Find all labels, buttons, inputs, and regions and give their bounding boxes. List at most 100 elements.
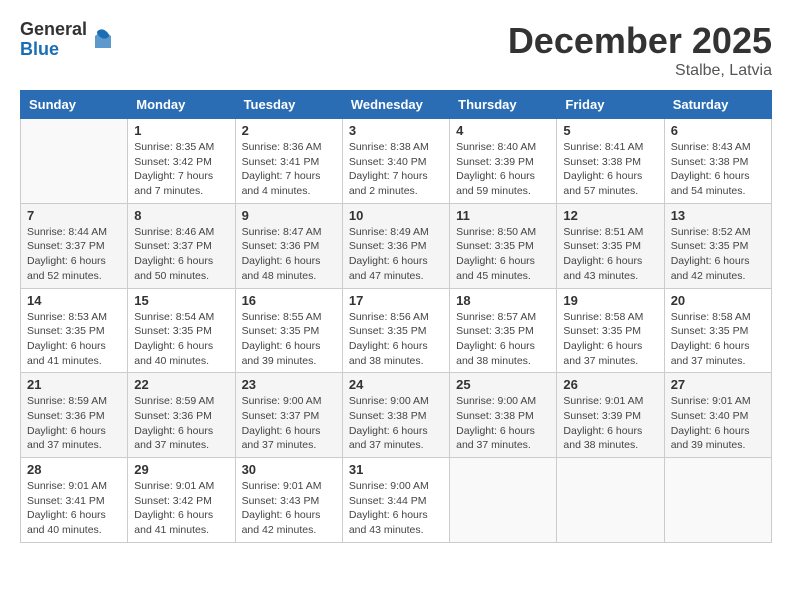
day-number: 20 [671, 293, 765, 308]
day-info: Sunrise: 9:00 AM Sunset: 3:37 PM Dayligh… [242, 394, 336, 453]
calendar-cell: 28Sunrise: 9:01 AM Sunset: 3:41 PM Dayli… [21, 458, 128, 543]
calendar-cell: 10 Sunrise: 8:49 AM Sunset: 3:36 PM Dayli… [342, 203, 449, 288]
logo-general: General [20, 20, 87, 40]
calendar-cell: 3Sunrise: 8:38 AM Sunset: 3:40 PM Daylig… [342, 119, 449, 204]
day-info: Sunrise: 8:35 AM Sunset: 3:42 PM Dayligh… [134, 140, 228, 199]
day-number: 6 [671, 123, 765, 138]
calendar-cell: 24 Sunrise: 9:00 AM Sunset: 3:38 PM Dayli… [342, 373, 449, 458]
day-info: Sunrise: 8:49 AM Sunset: 3:36 PM Dayligh… [349, 225, 443, 284]
day-info: Sunrise: 8:53 AM Sunset: 3:35 PM Dayligh… [27, 310, 121, 369]
day-number: 29 [134, 462, 228, 477]
day-info: Sunrise: 8:59 AM Sunset: 3:36 PM Dayligh… [27, 394, 121, 453]
calendar-cell: 6 Sunrise: 8:43 AM Sunset: 3:38 PM Daylig… [664, 119, 771, 204]
day-info: Sunrise: 9:00 AM Sunset: 3:44 PM Dayligh… [349, 479, 443, 538]
day-info: Sunrise: 9:01 AM Sunset: 3:40 PM Dayligh… [671, 394, 765, 453]
day-number: 14 [27, 293, 121, 308]
logo-text: General Blue [20, 20, 87, 60]
column-header-sunday: Sunday [21, 91, 128, 119]
calendar-cell: 2 Sunrise: 8:36 AM Sunset: 3:41 PM Daylig… [235, 119, 342, 204]
day-info: Sunrise: 8:51 AM Sunset: 3:35 PM Dayligh… [563, 225, 657, 284]
calendar-table: SundayMondayTuesdayWednesdayThursdayFrid… [20, 90, 772, 543]
day-number: 1 [134, 123, 228, 138]
column-header-wednesday: Wednesday [342, 91, 449, 119]
day-number: 24 [349, 377, 443, 392]
month-title: December 2025 [508, 20, 772, 62]
day-info: Sunrise: 9:01 AM Sunset: 3:41 PM Dayligh… [27, 479, 121, 538]
day-info: Sunrise: 9:01 AM Sunset: 3:42 PM Dayligh… [134, 479, 228, 538]
day-number: 11 [456, 208, 550, 223]
header-row: SundayMondayTuesdayWednesdayThursdayFrid… [21, 91, 772, 119]
calendar-cell [664, 458, 771, 543]
day-info: Sunrise: 8:44 AM Sunset: 3:37 PM Dayligh… [27, 225, 121, 284]
column-header-friday: Friday [557, 91, 664, 119]
calendar-cell: 4 Sunrise: 8:40 AM Sunset: 3:39 PM Daylig… [450, 119, 557, 204]
column-header-monday: Monday [128, 91, 235, 119]
title-block: December 2025 Stalbe, Latvia [508, 20, 772, 80]
day-number: 13 [671, 208, 765, 223]
calendar-cell: 18Sunrise: 8:57 AM Sunset: 3:35 PM Dayli… [450, 288, 557, 373]
day-number: 12 [563, 208, 657, 223]
day-info: Sunrise: 8:56 AM Sunset: 3:35 PM Dayligh… [349, 310, 443, 369]
calendar-cell: 11 Sunrise: 8:50 AM Sunset: 3:35 PM Dayli… [450, 203, 557, 288]
calendar-cell: 23 Sunrise: 9:00 AM Sunset: 3:37 PM Dayli… [235, 373, 342, 458]
day-info: Sunrise: 8:55 AM Sunset: 3:35 PM Dayligh… [242, 310, 336, 369]
logo-icon [91, 28, 115, 52]
day-info: Sunrise: 8:52 AM Sunset: 3:35 PM Dayligh… [671, 225, 765, 284]
day-info: Sunrise: 8:36 AM Sunset: 3:41 PM Dayligh… [242, 140, 336, 199]
calendar-cell [21, 119, 128, 204]
location: Stalbe, Latvia [508, 62, 772, 80]
day-number: 23 [242, 377, 336, 392]
calendar-cell: 30 Sunrise: 9:01 AM Sunset: 3:43 PM Dayli… [235, 458, 342, 543]
calendar-cell: 5 Sunrise: 8:41 AM Sunset: 3:38 PM Daylig… [557, 119, 664, 204]
day-info: Sunrise: 8:58 AM Sunset: 3:35 PM Dayligh… [563, 310, 657, 369]
day-info: Sunrise: 8:41 AM Sunset: 3:38 PM Dayligh… [563, 140, 657, 199]
logo-blue: Blue [20, 40, 87, 60]
day-number: 5 [563, 123, 657, 138]
day-number: 4 [456, 123, 550, 138]
day-number: 16 [242, 293, 336, 308]
day-number: 8 [134, 208, 228, 223]
calendar-cell: 12 Sunrise: 8:51 AM Sunset: 3:35 PM Dayli… [557, 203, 664, 288]
day-info: Sunrise: 8:40 AM Sunset: 3:39 PM Dayligh… [456, 140, 550, 199]
calendar-cell: 1 Sunrise: 8:35 AM Sunset: 3:42 PM Daylig… [128, 119, 235, 204]
calendar-cell: 26 Sunrise: 9:01 AM Sunset: 3:39 PM Dayli… [557, 373, 664, 458]
column-header-tuesday: Tuesday [235, 91, 342, 119]
day-info: Sunrise: 8:58 AM Sunset: 3:35 PM Dayligh… [671, 310, 765, 369]
day-info: Sunrise: 9:01 AM Sunset: 3:39 PM Dayligh… [563, 394, 657, 453]
day-number: 7 [27, 208, 121, 223]
calendar-cell: 8Sunrise: 8:46 AM Sunset: 3:37 PM Daylig… [128, 203, 235, 288]
calendar-cell: 22Sunrise: 8:59 AM Sunset: 3:36 PM Dayli… [128, 373, 235, 458]
calendar-cell: 31 Sunrise: 9:00 AM Sunset: 3:44 PM Dayli… [342, 458, 449, 543]
day-info: Sunrise: 9:01 AM Sunset: 3:43 PM Dayligh… [242, 479, 336, 538]
calendar-cell: 19Sunrise: 8:58 AM Sunset: 3:35 PM Dayli… [557, 288, 664, 373]
day-number: 9 [242, 208, 336, 223]
day-number: 15 [134, 293, 228, 308]
calendar-cell: 16 Sunrise: 8:55 AM Sunset: 3:35 PM Dayli… [235, 288, 342, 373]
calendar-cell: 7 Sunrise: 8:44 AM Sunset: 3:37 PM Daylig… [21, 203, 128, 288]
day-number: 27 [671, 377, 765, 392]
day-info: Sunrise: 9:00 AM Sunset: 3:38 PM Dayligh… [456, 394, 550, 453]
day-number: 3 [349, 123, 443, 138]
day-number: 10 [349, 208, 443, 223]
day-number: 21 [27, 377, 121, 392]
day-info: Sunrise: 8:57 AM Sunset: 3:35 PM Dayligh… [456, 310, 550, 369]
day-info: Sunrise: 8:54 AM Sunset: 3:35 PM Dayligh… [134, 310, 228, 369]
day-info: Sunrise: 8:47 AM Sunset: 3:36 PM Dayligh… [242, 225, 336, 284]
day-number: 30 [242, 462, 336, 477]
calendar-cell: 15 Sunrise: 8:54 AM Sunset: 3:35 PM Dayli… [128, 288, 235, 373]
day-info: Sunrise: 9:00 AM Sunset: 3:38 PM Dayligh… [349, 394, 443, 453]
week-row-3: 14 Sunrise: 8:53 AM Sunset: 3:35 PM Dayli… [21, 288, 772, 373]
calendar-cell [450, 458, 557, 543]
day-number: 31 [349, 462, 443, 477]
week-row-5: 28Sunrise: 9:01 AM Sunset: 3:41 PM Dayli… [21, 458, 772, 543]
column-header-thursday: Thursday [450, 91, 557, 119]
day-number: 26 [563, 377, 657, 392]
day-info: Sunrise: 8:43 AM Sunset: 3:38 PM Dayligh… [671, 140, 765, 199]
page-header: General Blue December 2025 Stalbe, Latvi… [20, 20, 772, 80]
day-info: Sunrise: 8:59 AM Sunset: 3:36 PM Dayligh… [134, 394, 228, 453]
day-number: 25 [456, 377, 550, 392]
week-row-1: 1 Sunrise: 8:35 AM Sunset: 3:42 PM Daylig… [21, 119, 772, 204]
day-number: 2 [242, 123, 336, 138]
day-info: Sunrise: 8:50 AM Sunset: 3:35 PM Dayligh… [456, 225, 550, 284]
calendar-cell: 17Sunrise: 8:56 AM Sunset: 3:35 PM Dayli… [342, 288, 449, 373]
